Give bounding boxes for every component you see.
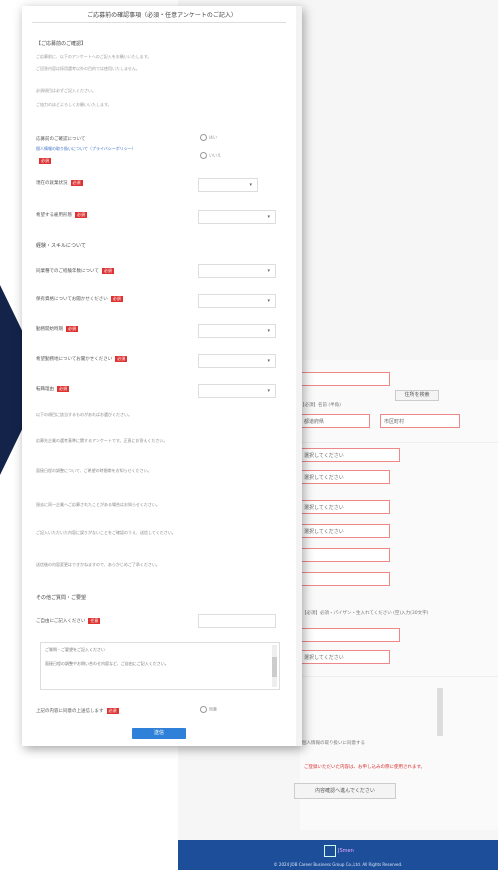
q1-option-yes[interactable]: はい [200,134,217,141]
bg-select-4[interactable]: 選択してください [300,524,390,538]
free-input[interactable] [198,614,276,628]
bg-select-5[interactable]: 選択してください [300,650,390,664]
chevron-down-icon: ▾ [267,268,270,274]
statement: 応募先企業の選考基準に関するアンケートです。正直にお答えください。 [36,438,168,443]
q2-label: 現在の就業状況 必須 [36,180,83,186]
bg-input-city[interactable]: 市区町村 [380,414,460,428]
q3-select[interactable]: ▾ [198,210,276,224]
question-label: 同業種でのご経験年数について 必須 [36,268,114,274]
free-section-title: その他ご質問・ご要望 [36,595,87,601]
consent-label: 上記の内容に同意の上送信します 必須 [36,708,119,714]
q1-label: 応募前のご確認について [36,137,86,142]
question-select[interactable]: ▾ [198,354,276,368]
chevron-down-icon: ▾ [267,298,270,304]
textarea-line: 面接日程の調整やお問い合わせ内容など、ご自由にご記入ください。 [45,661,169,666]
intro-line: ご協力のほどよろしくお願いいたします。 [36,102,112,107]
address-lookup-button[interactable]: 住所を検索 [395,390,439,401]
textarea-scroll-thumb[interactable] [272,657,277,677]
footer: JSmen © 2024 JOB Career Business Group C… [178,840,498,870]
question-label: 勤務開始時期 必須 [36,326,78,332]
statement: 送信後の内容変更はできかねますので、あらかじめご了承ください。 [36,562,160,567]
bg-input-7[interactable] [300,628,400,642]
question-select[interactable]: ▾ [198,294,276,308]
radio-icon [200,134,207,141]
company-logo-icon [324,845,336,857]
consent-option[interactable]: 同意 [200,706,217,713]
question-label: 転職理由 必須 [36,386,69,392]
privacy-policy-link[interactable]: 個人情報の取り扱いについて（プライバシーポリシー） [36,146,196,151]
chevron-down-icon: ▾ [267,388,270,394]
q1-option-no[interactable]: いいえ [200,152,221,159]
textarea-line: ご質問・ご要望をご記入ください [45,647,105,652]
copyright: © 2024 JOB Career Business Group Co.,Ltd… [273,862,403,867]
survey-modal: ご応募前の確認事項（必須・任意アンケートのご記入） 【ご応募前のご確認】 ご応募… [22,6,302,746]
statement: 過去に同一企業へご応募されたことがある場合はお知らせください。 [36,502,160,507]
chevron-down-icon: ▾ [249,182,252,188]
question-label: 保有資格についてお聞かせください 必須 [36,296,123,302]
section2-title: 経験・スキルについて [36,243,86,249]
q2-select[interactable]: ▾ [198,178,258,192]
chevron-down-icon: ▾ [267,214,270,220]
statement: ご記入いただいた内容に誤りがないことをご確認のうえ、送信してください。 [36,530,176,535]
bg-select-2[interactable]: 選択してください [300,470,390,484]
submit-button[interactable]: 送信 [132,728,186,739]
intro-line: 必須項目は必ずご記入ください。 [36,88,96,93]
comment-textarea[interactable]: ご質問・ご要望をご記入ください 面接日程の調整やお問い合わせ内容など、ご自由にご… [40,642,280,690]
question-select[interactable]: ▾ [198,324,276,338]
modal-title: ご応募前の確認事項（必須・任意アンケートのご記入） [87,12,237,19]
intro-line: ご回答内容は採用選考以外の目的では使用いたしません。 [36,66,140,71]
confirm-button[interactable]: 内容確認へ進んでください [294,783,396,799]
terms-scrollbar[interactable] [437,688,443,736]
intro-line: ご応募前に、以下のアンケートへのご記入をお願いいたします。 [36,54,152,59]
intro-heading: 【ご応募前のご確認】 [36,41,87,47]
q3-label: 希望する雇用形態 必須 [36,212,87,218]
statement: 以下の項目に該当するものがあればお選びください。 [36,412,132,417]
terms-text [300,688,420,736]
bg-input-1[interactable] [300,372,390,386]
bg-field-label-long: 【必須】必須・パイザン・生入れてください (空)入力(30文字) [302,611,429,616]
divider [32,22,286,23]
question-select[interactable]: ▾ [198,264,276,278]
q1-required: 必須 [39,158,51,164]
radio-icon [200,152,207,159]
logo-text: JSmen [338,848,354,854]
chevron-down-icon: ▾ [267,328,270,334]
agree-label[interactable]: 個人情報の取り扱いに同意する [302,740,365,746]
radio-icon [200,706,207,713]
bg-input-5[interactable] [300,548,390,562]
modal-scrollbar[interactable] [296,6,302,746]
bg-select-3[interactable]: 選択してください [300,500,390,514]
question-label: 希望勤務地についてお聞かせください 必須 [36,356,128,362]
question-select[interactable]: ▾ [198,384,276,398]
background-form-area [300,360,498,830]
statement: 面接日程の調整について、ご希望の時間帯をお知らせください。 [36,468,152,473]
free-label: ご自由にご記入ください 任意 [36,618,101,624]
bg-field-label: 【必須】名前 (半角) [300,403,341,408]
bg-input-prefecture[interactable]: 都道府県 [300,414,370,428]
warning-text: ご登録いただいた内容は、お申し込みの際に使用されます。 [304,765,426,770]
chevron-down-icon: ▾ [267,358,270,364]
bg-input-6[interactable] [300,572,390,586]
bg-select-1[interactable]: 選択してください [300,448,400,462]
